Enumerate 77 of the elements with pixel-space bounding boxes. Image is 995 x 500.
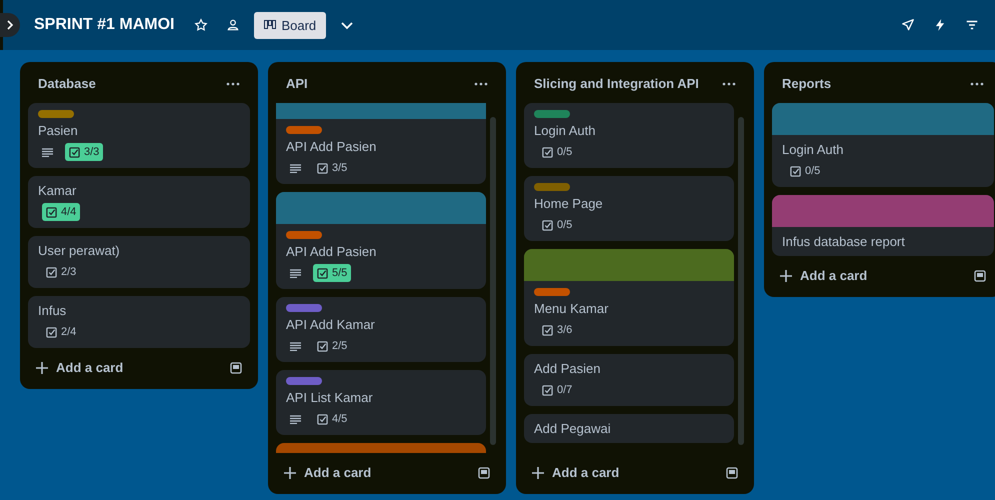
card[interactable]: Login Auth 0/5 [772,103,994,187]
card[interactable]: API Add Pasien 3/5 [276,103,486,184]
card-title: API Add Pasien [286,244,378,259]
card-title: Home Page [534,196,604,211]
more-icon[interactable] [722,80,736,88]
card-label[interactable] [534,288,570,296]
checklist-badge: 0/5 [538,216,576,234]
checklist-badge: 3/6 [538,321,576,339]
board-columns-icon [264,20,276,30]
card-title: API Add Pasien [286,139,378,154]
plus-icon [36,362,48,374]
add-card-button[interactable]: Add a card [778,266,870,285]
checklist-badge: 3/5 [313,159,352,177]
add-card-button[interactable]: Add a card [34,358,126,377]
card-title: Add Pasien [534,361,602,376]
card-label[interactable] [534,110,570,118]
card-label[interactable] [286,231,322,239]
template-icon[interactable] [230,362,242,374]
more-icon[interactable] [474,80,488,88]
checklist-badge: 4/5 [313,410,352,428]
card-title: Pasien [38,123,79,138]
checklist-badge: 0/7 [538,381,576,399]
card-title: API List Kamar [286,390,374,405]
checklist-badge: 5/5 [313,264,352,282]
checklist-badge: 4/4 [42,203,80,221]
sidebar-toggle-icon[interactable] [0,13,20,37]
scrollbar[interactable] [738,117,744,445]
list-title[interactable]: Slicing and Integration API [534,76,699,91]
list-title[interactable]: API [286,76,308,91]
plus-icon [532,466,544,478]
card[interactable]: Login Auth 0/5 [524,103,734,168]
add-card-button[interactable]: Add a card [530,463,622,482]
checklist-badge: 2/3 [42,263,80,281]
card[interactable]: API Add Pasien 5/5 [276,192,486,289]
card[interactable]: API Add Kamar 2/5 [276,297,486,362]
card-title: Add Pegawai [534,421,612,436]
card-title: Infus [38,303,68,318]
board-title[interactable]: SPRINT #1 MAMOI [34,16,174,34]
checklist-badge: 0/5 [786,162,824,180]
plus-icon [780,270,792,282]
card[interactable]: Kamar 4/4 [28,176,250,228]
card[interactable]: Add Pasien 0/7 [524,354,734,406]
card-title: Infus database report [782,234,906,249]
card[interactable]: User perawat) 2/3 [28,236,250,288]
card[interactable]: Pasien 3/3 [28,103,250,168]
template-icon[interactable] [726,466,738,478]
card[interactable]: Infus database report [772,195,994,256]
card[interactable]: Infus 2/4 [28,296,250,348]
card-title: Login Auth [534,123,596,138]
card-label[interactable] [286,304,322,312]
card-title: API Add Kamar [286,317,376,332]
card[interactable]: Home Page 0/5 [524,176,734,241]
card-title: User perawat) [38,243,121,258]
card-label[interactable] [286,126,322,134]
checklist-badge: 3/3 [65,143,104,161]
template-icon[interactable] [974,270,986,282]
checklist-badge: 0/5 [538,143,576,161]
card-label[interactable] [38,110,74,118]
checklist-badge: 2/4 [42,323,80,341]
plus-icon [284,466,296,478]
template-icon[interactable] [478,466,490,478]
card[interactable]: Add Pegawai [524,414,734,443]
card[interactable]: API List Kamar 4/5 [276,370,486,435]
more-icon[interactable] [970,80,984,88]
card-label[interactable] [286,377,322,385]
add-card-button[interactable]: Add a card [282,463,374,482]
checklist-badge: 2/5 [313,337,352,355]
card-title: Login Auth [782,142,844,157]
list-title[interactable]: Reports [782,76,832,91]
card-title: Kamar [38,183,78,198]
more-icon[interactable] [226,80,240,88]
card[interactable]: Menu Kamar 3/6 [524,249,734,346]
card-label[interactable] [534,183,570,191]
scrollbar[interactable] [490,117,496,445]
board-view-button[interactable]: Board [254,12,326,38]
list-title[interactable]: Database [38,76,96,91]
card-title: Menu Kamar [534,301,610,316]
